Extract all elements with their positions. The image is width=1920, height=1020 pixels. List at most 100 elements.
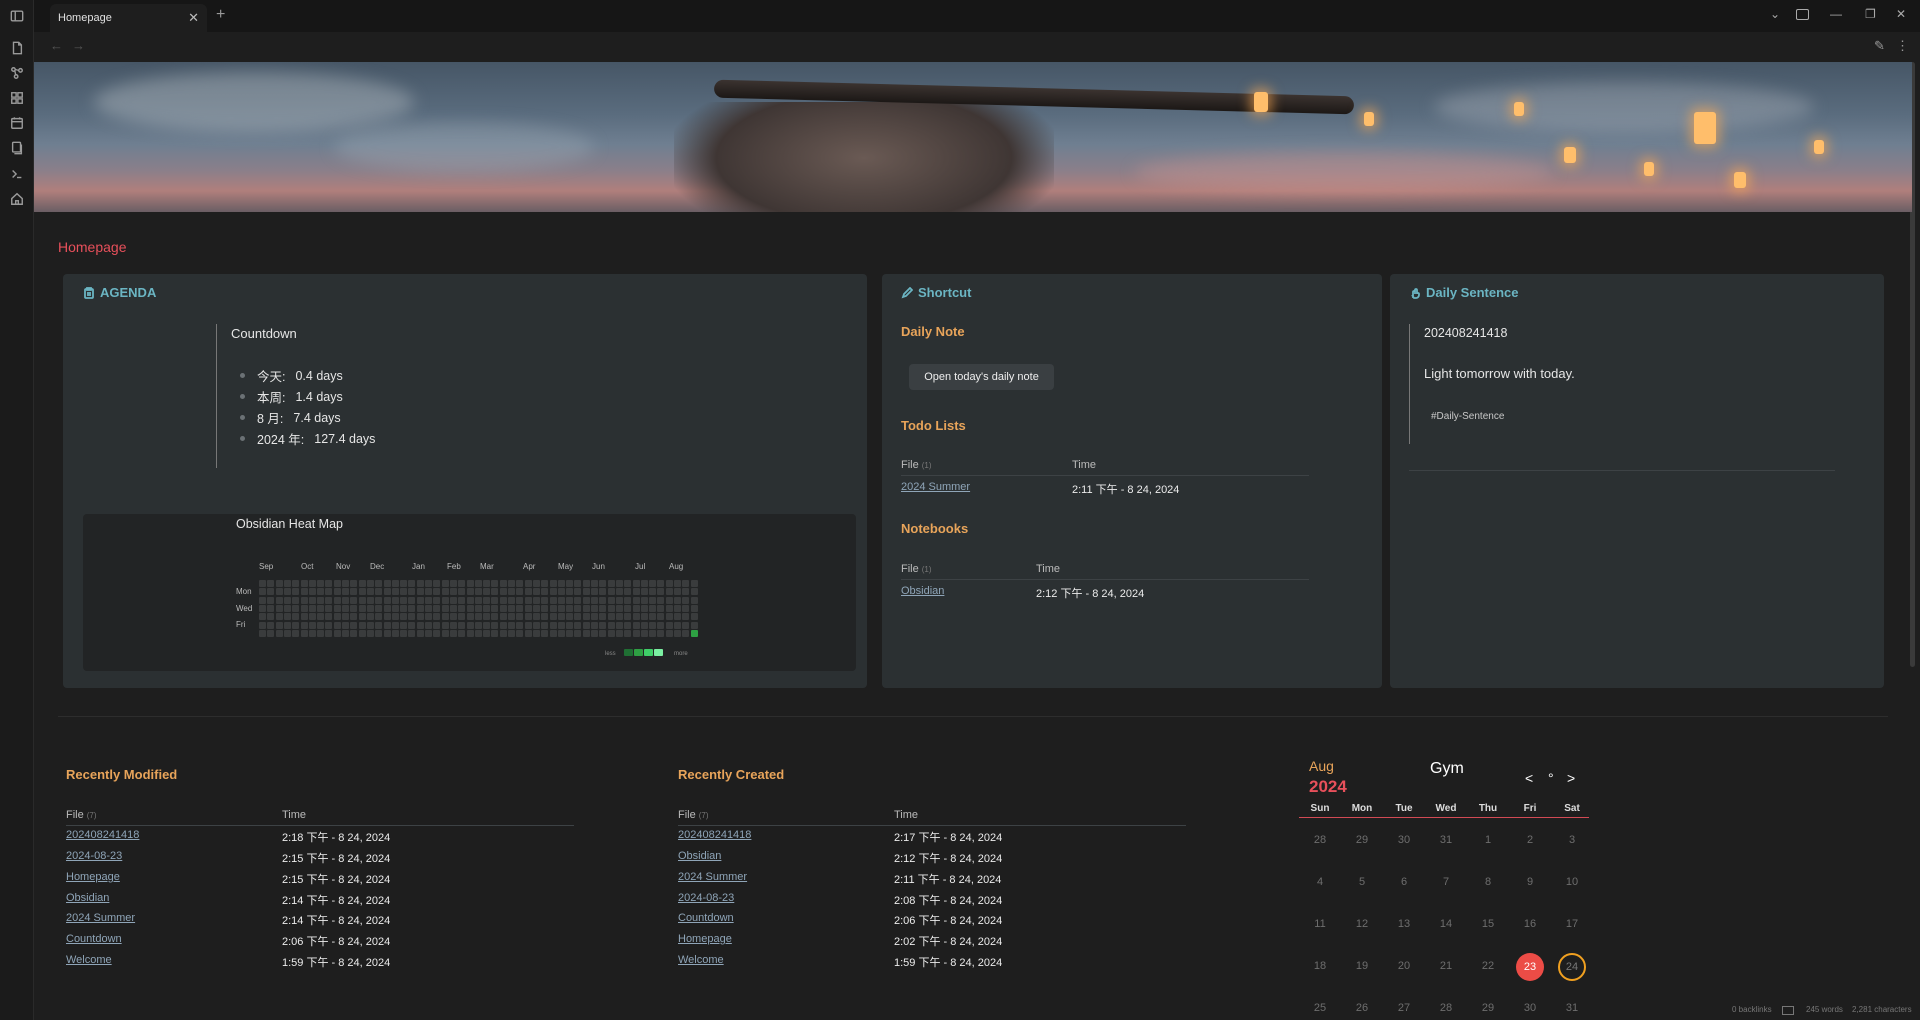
back-arrow-icon[interactable]: ←	[50, 38, 63, 53]
forward-arrow-icon[interactable]: →	[72, 38, 85, 53]
calendar-day[interactable]: 12	[1347, 914, 1377, 934]
close-tab-icon[interactable]: ✕	[188, 10, 199, 26]
calendar-selected-day[interactable]: 24	[1558, 953, 1586, 981]
calendar-day[interactable]: 17	[1557, 914, 1587, 934]
heatmap-cell	[308, 629, 316, 637]
edit-mode-icon[interactable]: ✎	[1874, 38, 1885, 54]
heatmap-cell	[674, 621, 681, 629]
calendar-day[interactable]: 6	[1389, 872, 1419, 892]
calendar-day[interactable]: 31	[1431, 830, 1461, 850]
calendar-day[interactable]: 22	[1473, 956, 1503, 976]
calendar-day[interactable]: 9	[1515, 872, 1545, 892]
heatmap-cell	[383, 621, 391, 629]
heatmap-cell	[416, 580, 424, 587]
modified-file-link[interactable]: Obsidian	[66, 892, 109, 904]
calendar-day[interactable]: 1	[1473, 830, 1503, 850]
calendar-next-button[interactable]: >	[1567, 770, 1575, 786]
right-sidebar-toggle-icon[interactable]	[1796, 9, 1809, 20]
modified-file-link[interactable]: Countdown	[66, 933, 122, 945]
graph-icon[interactable]	[9, 65, 25, 81]
heatmap-cell	[449, 604, 457, 612]
calendar-day[interactable]: 25	[1305, 998, 1335, 1018]
calendar-day[interactable]: 18	[1305, 956, 1335, 976]
calendar-day[interactable]: 16	[1515, 914, 1545, 934]
modified-file-link[interactable]: Welcome	[66, 954, 112, 966]
calendar-day[interactable]: 27	[1389, 998, 1419, 1018]
heatmap-month-label: Feb	[447, 562, 461, 571]
sentence-tag[interactable]: #Daily-Sentence	[1431, 411, 1504, 422]
modified-file-link[interactable]: 2024-08-23	[66, 850, 122, 862]
calendar-day[interactable]: 10	[1557, 872, 1587, 892]
calendar-day[interactable]: 21	[1431, 956, 1461, 976]
calendar-day[interactable]: 29	[1347, 830, 1377, 850]
heatmap-cell	[292, 588, 300, 596]
calendar-day[interactable]: 5	[1347, 872, 1377, 892]
heatmap-cell	[358, 621, 366, 629]
calendar-day[interactable]: 8	[1473, 872, 1503, 892]
sidebar-toggle-icon[interactable]	[9, 8, 25, 24]
notebooks-file-link[interactable]: Obsidian	[901, 585, 944, 597]
tab-homepage[interactable]: Homepage ✕	[50, 4, 207, 32]
todo-file-link[interactable]: 2024 Summer	[901, 481, 970, 493]
calendar-day[interactable]: 28	[1305, 830, 1335, 850]
calendar-day[interactable]: 11	[1305, 914, 1335, 934]
calendar-day[interactable]: 30	[1515, 998, 1545, 1018]
created-file-link[interactable]: 2024-08-23	[678, 892, 734, 904]
calendar-day[interactable]: 31	[1557, 998, 1587, 1018]
calendar-today[interactable]: 23	[1516, 953, 1544, 981]
restore-icon[interactable]: ❐	[1865, 7, 1876, 21]
modified-file-link[interactable]: 2024 Summer	[66, 912, 135, 924]
created-file-link[interactable]: 2024 Summer	[678, 871, 747, 883]
modified-file-link[interactable]: 202408241418	[66, 829, 139, 841]
created-file-link[interactable]: Countdown	[678, 912, 734, 924]
heatmap-cell	[499, 629, 507, 637]
home-icon[interactable]	[9, 191, 25, 207]
created-file-link[interactable]: Homepage	[678, 933, 732, 945]
templates-icon[interactable]	[9, 140, 25, 156]
heatmap-cell	[491, 588, 499, 596]
calendar-day[interactable]: 15	[1473, 914, 1503, 934]
calendar-day[interactable]: 28	[1431, 998, 1461, 1018]
open-daily-note-button[interactable]: Open today's daily note	[909, 364, 1054, 390]
heatmap-cell	[259, 580, 266, 587]
canvas-icon[interactable]	[9, 90, 25, 106]
tab-list-chevron-icon[interactable]: ⌄	[1770, 7, 1780, 21]
calendar-day[interactable]: 13	[1389, 914, 1419, 934]
calendar-day[interactable]: 26	[1347, 998, 1377, 1018]
calendar-day[interactable]: 29	[1473, 998, 1503, 1018]
terminal-icon[interactable]	[9, 166, 25, 182]
created-file-link[interactable]: Welcome	[678, 954, 724, 966]
status-backlinks[interactable]: 0 backlinks	[1732, 1005, 1772, 1014]
created-file-link[interactable]: Obsidian	[678, 850, 721, 862]
window-close-icon[interactable]: ✕	[1896, 7, 1906, 21]
calendar-day[interactable]: 14	[1431, 914, 1461, 934]
heatmap-cell	[491, 604, 499, 612]
calendar-day[interactable]: 3	[1557, 830, 1587, 850]
calendar-icon[interactable]	[9, 115, 25, 131]
heatmap-cell	[690, 613, 698, 621]
heatmap-cell	[449, 580, 457, 587]
heatmap-cell	[524, 596, 532, 604]
modified-time-cell: 2:15 下午 - 8 24, 2024	[282, 874, 391, 886]
heatmap-cell	[383, 596, 391, 604]
calendar-day[interactable]: 20	[1389, 956, 1419, 976]
heatmap-cell	[308, 621, 316, 629]
calendar-day[interactable]: 30	[1389, 830, 1419, 850]
created-file-link[interactable]: 202408241418	[678, 829, 751, 841]
new-tab-icon[interactable]: +	[216, 6, 225, 24]
heatmap-cell	[499, 580, 507, 587]
calendar-day[interactable]: 4	[1305, 872, 1335, 892]
calendar-day[interactable]: 2	[1515, 830, 1545, 850]
heatmap-cell	[682, 580, 690, 587]
reading-mode-icon[interactable]	[1782, 1006, 1794, 1015]
heatmap-cell	[491, 629, 499, 637]
modified-file-link[interactable]: Homepage	[66, 871, 120, 883]
files-icon[interactable]	[9, 40, 25, 56]
calendar-day[interactable]: 7	[1431, 872, 1461, 892]
calendar-day[interactable]: 19	[1347, 956, 1377, 976]
calendar-today-button[interactable]: °	[1548, 770, 1554, 786]
more-options-icon[interactable]: ⋮	[1896, 38, 1909, 54]
minimize-icon[interactable]: —	[1830, 7, 1842, 21]
calendar-prev-button[interactable]: <	[1525, 770, 1533, 786]
heatmap-cell	[366, 629, 374, 637]
